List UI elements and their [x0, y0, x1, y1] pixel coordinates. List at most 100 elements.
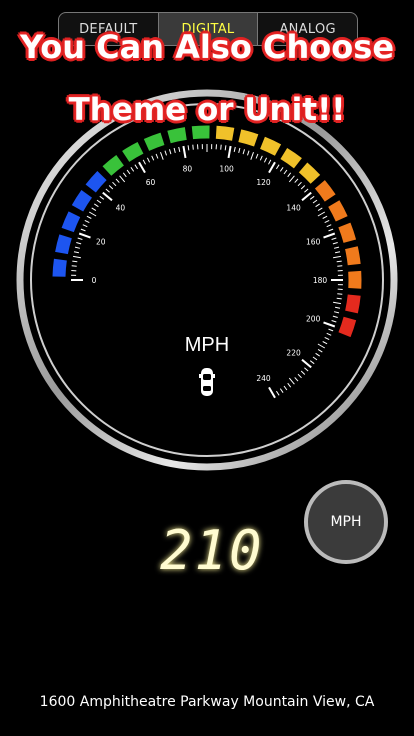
- gauge-tick: [76, 242, 82, 245]
- gauge-tick: [72, 260, 78, 263]
- gauge-tick: [317, 207, 323, 212]
- gauge-tick: [134, 164, 139, 170]
- gauge-tick: [317, 211, 326, 217]
- gauge-tick: [332, 242, 338, 245]
- gauge-tick: [333, 255, 341, 259]
- gauge-tick: [238, 147, 241, 154]
- gauge-segment: [61, 211, 81, 233]
- gauge-tick: [312, 356, 318, 361]
- gauge-tick: [275, 390, 280, 396]
- current-address: 1600 Amphitheatre Parkway Mountain View,…: [39, 694, 375, 710]
- car-icon: [199, 368, 215, 396]
- gauge-tick: [283, 385, 288, 391]
- gauge-tick: [220, 144, 222, 150]
- gauge-tick-label: 80: [183, 165, 193, 174]
- gauge-tick: [331, 237, 337, 240]
- gauge-tick: [255, 153, 259, 159]
- gauge-segment: [345, 294, 361, 314]
- promo-headline-line-2: Theme or Unit!!: [68, 92, 346, 128]
- unit-toggle-button[interactable]: MPH: [304, 480, 388, 564]
- gauge-segment: [260, 136, 282, 156]
- gauge-tick: [288, 377, 295, 385]
- gauge-tick: [309, 360, 315, 365]
- gauge-tick: [178, 146, 181, 153]
- gauge-tick-label: 160: [306, 237, 321, 246]
- gauge-tick: [99, 195, 105, 200]
- gauge-tick: [259, 155, 263, 161]
- gauge-tick: [300, 185, 306, 190]
- gauge-tick: [105, 188, 110, 193]
- gauge-tick: [315, 203, 320, 208]
- gauge-segment: [85, 171, 107, 193]
- gauge-tick: [333, 246, 340, 249]
- gauge-tick: [297, 181, 302, 187]
- gauge-tick: [334, 251, 341, 254]
- gauge-tick: [300, 370, 306, 375]
- gauge-tick-label: 20: [96, 237, 106, 246]
- gauge-tick: [115, 178, 120, 183]
- gauge-segment: [345, 246, 361, 266]
- gauge-tick: [315, 352, 320, 357]
- gauge-tick: [102, 191, 113, 202]
- gauge-tick-label: 100: [219, 165, 234, 174]
- gauge-tick: [324, 336, 330, 341]
- gauge-tick: [112, 181, 117, 187]
- gauge-tick: [336, 297, 342, 300]
- gauge-tick: [279, 388, 284, 393]
- gauge-tick: [317, 348, 323, 353]
- gauge-tick: [151, 155, 155, 161]
- gauge-tick: [164, 150, 167, 156]
- gauge-tick: [91, 207, 97, 212]
- gauge-segment: [102, 154, 124, 176]
- gauge-tick: [74, 246, 81, 249]
- gauge-tick: [304, 367, 309, 372]
- gauge-tick: [317, 343, 326, 349]
- gauge-tick: [268, 159, 272, 165]
- gauge-tick: [160, 152, 164, 160]
- gauge-ticks: [71, 144, 343, 399]
- gauge-tick: [138, 161, 146, 174]
- gauge-tick: [323, 321, 336, 328]
- gauge-tick: [333, 301, 341, 305]
- gauge-tick: [73, 255, 81, 259]
- gauge-tick: [192, 144, 194, 150]
- gauge-tick: [326, 224, 332, 228]
- gauge-segment: [338, 316, 357, 338]
- gauge-tick: [322, 341, 328, 345]
- gauge-tick: [73, 251, 80, 254]
- gauge-tick: [333, 311, 340, 314]
- gauge-tick: [275, 164, 280, 170]
- gauge-tick-label: 0: [92, 276, 97, 285]
- gauge-tick: [77, 237, 83, 240]
- gauge-tick: [326, 332, 332, 336]
- gauge-tick: [297, 373, 302, 379]
- gauge-tick: [328, 228, 334, 232]
- gauge-tick: [268, 386, 276, 399]
- gauge-tick-label: 140: [286, 203, 301, 212]
- gauge-tick: [155, 153, 159, 159]
- gauge-tick: [146, 157, 151, 163]
- gauge-inner-ring: [30, 103, 384, 457]
- gauge-segment: [280, 147, 302, 169]
- gauge-tick: [336, 260, 342, 263]
- gauge-tick: [233, 146, 236, 153]
- gauge-tick: [119, 175, 126, 183]
- gauge-tick: [82, 224, 88, 228]
- gauge-segment: [167, 127, 187, 144]
- gauge-tick: [323, 232, 336, 239]
- gauge-tick: [169, 149, 172, 155]
- gauge-tick: [84, 219, 90, 224]
- gauge-tick: [173, 147, 176, 154]
- gauge-tick: [337, 293, 343, 295]
- gauge-tick: [332, 315, 338, 318]
- gauge-tick: [268, 161, 276, 174]
- gauge-segment: [122, 142, 144, 162]
- gauge-tick: [250, 152, 254, 160]
- gauge-tick: [182, 145, 187, 159]
- gauge-tick: [337, 265, 343, 267]
- gauge-tick: [312, 199, 318, 204]
- gauge-tick: [304, 188, 309, 193]
- gauge-segment: [328, 200, 348, 222]
- gauge-segment: [238, 129, 259, 147]
- gauge-tick: [288, 175, 295, 183]
